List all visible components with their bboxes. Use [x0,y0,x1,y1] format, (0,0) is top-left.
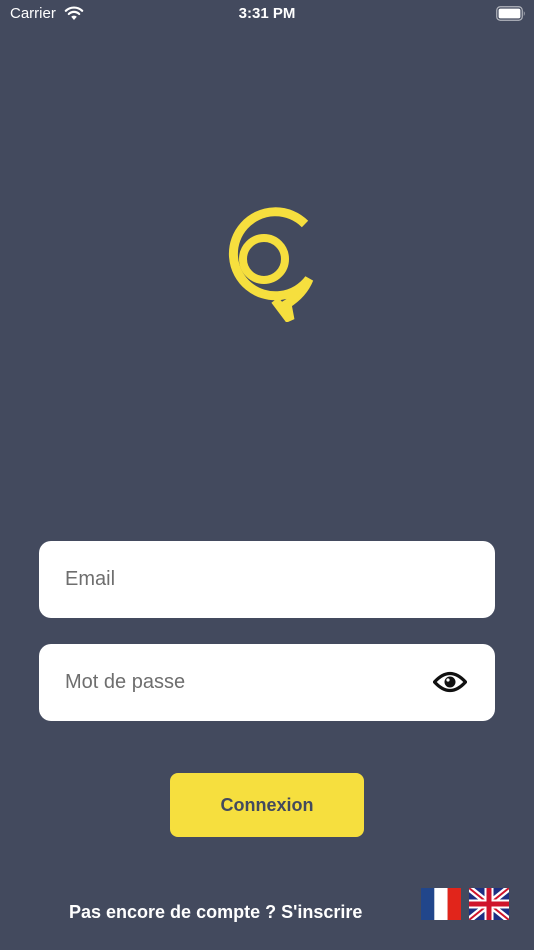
status-bar: Carrier 3:31 PM [0,0,534,28]
status-time: 3:31 PM [238,5,296,22]
login-button[interactable]: Connexion [170,773,364,837]
signup-link[interactable]: Pas encore de compte ? S'inscrire [69,902,362,923]
eye-icon[interactable] [433,670,467,694]
battery-icon [496,6,525,21]
flag-uk-icon[interactable] [469,888,509,920]
email-field[interactable] [39,541,495,618]
password-field[interactable] [39,644,495,721]
email-input[interactable] [63,567,471,592]
app-logo [228,207,314,322]
flag-fr-icon[interactable] [421,888,461,920]
password-input[interactable] [63,670,471,695]
